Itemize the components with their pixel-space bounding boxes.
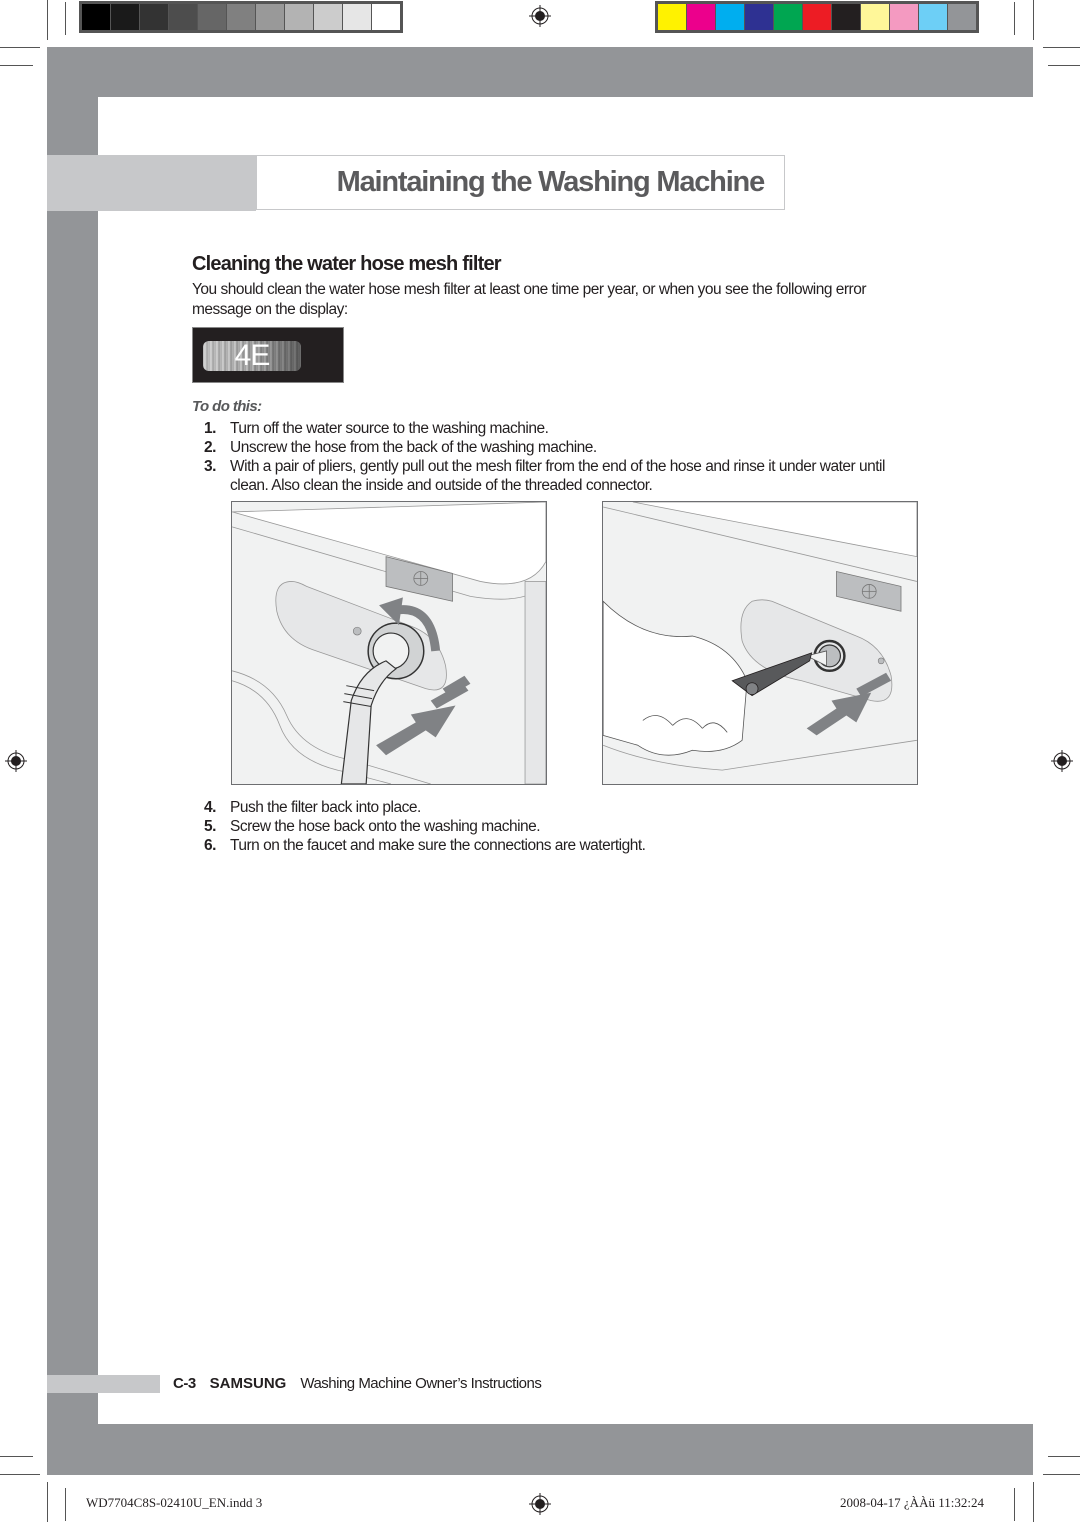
page-footer: C-3 SAMSUNG Washing Machine Owner’s Instru…: [173, 1375, 542, 1392]
crop-mark: [1014, 1488, 1015, 1521]
crop-mark: [47, 1482, 48, 1522]
footer-tab: [47, 1375, 160, 1393]
doc-title: Washing Machine Owner’s Instructions: [300, 1375, 542, 1392]
steps-list-after: 4. Push the filter back into place. 5. Scr…: [204, 798, 904, 855]
step-number: 1.: [204, 420, 216, 437]
step-item: 6. Turn on the faucet and make sure the c…: [204, 836, 904, 855]
step-number: 4.: [204, 799, 216, 816]
crop-mark: [0, 1456, 33, 1457]
pliers-filter-illustration: [602, 501, 918, 785]
unscrew-hose-illustration: [231, 501, 547, 785]
pliers-filter-drawing: [603, 502, 917, 784]
error-display: 4E: [192, 327, 344, 383]
page-frame-top: [47, 47, 1033, 97]
display-panel: 4E: [203, 341, 301, 371]
step-text: Turn off the water source to the washing…: [230, 420, 549, 437]
step-text: With a pair of pliers, gently pull out t…: [230, 458, 885, 494]
color-swatch: [861, 4, 889, 30]
steps-list-before: 1. Turn off the water source to the washi…: [204, 419, 904, 495]
grayscale-color-bar: [79, 1, 403, 33]
slug-timestamp: 2008-04-17 ¿ÀÀü 11:32:24: [840, 1495, 984, 1510]
brand-name: SAMSUNG: [209, 1375, 287, 1392]
color-swatch: [285, 4, 313, 30]
crop-mark: [1048, 1456, 1080, 1457]
error-code: 4E: [234, 341, 271, 371]
step-item: 4. Push the filter back into place.: [204, 798, 904, 817]
step-text: Unscrew the hose from the back of the wa…: [230, 439, 597, 456]
color-swatch: [890, 4, 918, 30]
step-item: 1. Turn off the water source to the washi…: [204, 419, 904, 438]
crop-mark: [0, 65, 33, 66]
step-number: 5.: [204, 818, 216, 835]
crop-mark: [0, 47, 40, 48]
crop-mark: [1043, 47, 1080, 48]
registration-mark-icon: [529, 5, 551, 27]
color-swatch: [832, 4, 860, 30]
slug-filename: WD7704C8S-02410U_EN.indd 3: [86, 1495, 263, 1510]
page-frame-left: [47, 47, 98, 1475]
color-swatch: [140, 4, 168, 30]
crop-mark: [47, 0, 48, 40]
color-swatch: [745, 4, 773, 30]
color-swatch: [169, 4, 197, 30]
registration-mark-icon: [1051, 750, 1073, 772]
step-text: Screw the hose back onto the washing mac…: [230, 818, 541, 835]
crop-mark: [65, 1488, 66, 1521]
color-swatch: [803, 4, 831, 30]
color-swatch: [658, 4, 686, 30]
page-number: C-3: [173, 1375, 196, 1392]
intro-paragraph: You should clean the water hose mesh fil…: [192, 281, 866, 318]
step-text: Turn on the faucet and make sure the con…: [230, 837, 646, 854]
crop-mark: [1014, 2, 1015, 35]
step-number: 6.: [204, 837, 216, 854]
color-swatch: [82, 4, 110, 30]
step-item: 5. Screw the hose back onto the washing m…: [204, 817, 904, 836]
color-swatch: [716, 4, 744, 30]
color-swatch: [111, 4, 139, 30]
registration-mark-icon: [5, 750, 27, 772]
color-swatch: [227, 4, 255, 30]
step-number: 2.: [204, 439, 216, 456]
color-swatch: [314, 4, 342, 30]
crop-mark: [1048, 65, 1080, 66]
color-swatch: [372, 4, 400, 30]
color-swatch: [687, 4, 715, 30]
color-swatch: [919, 4, 947, 30]
registration-mark-icon: [529, 1493, 551, 1515]
page-frame-bottom: [47, 1424, 1033, 1475]
crop-mark: [1033, 1482, 1034, 1522]
todo-label: To do this:: [192, 398, 262, 415]
step-number: 3.: [204, 458, 216, 475]
color-swatch: [256, 4, 284, 30]
title-box: Maintaining the Washing Machine: [256, 155, 785, 210]
color-swatch: [198, 4, 226, 30]
color-swatch: [774, 4, 802, 30]
unscrew-hose-drawing: [232, 502, 546, 784]
step-item: 3. With a pair of pliers, gently pull out…: [204, 457, 904, 495]
color-swatch: [343, 4, 371, 30]
section-heading: Cleaning the water hose mesh filter: [192, 253, 502, 275]
title-tab: [47, 155, 256, 211]
process-color-bar: [655, 1, 979, 33]
crop-mark: [0, 1474, 40, 1475]
step-text: Push the filter back into place.: [230, 799, 421, 816]
crop-mark: [65, 2, 66, 35]
crop-mark: [1033, 0, 1034, 40]
page-title: Maintaining the Washing Machine: [336, 166, 766, 198]
crop-mark: [1043, 1474, 1080, 1475]
color-swatch: [948, 4, 976, 30]
step-item: 2. Unscrew the hose from the back of the …: [204, 438, 904, 457]
